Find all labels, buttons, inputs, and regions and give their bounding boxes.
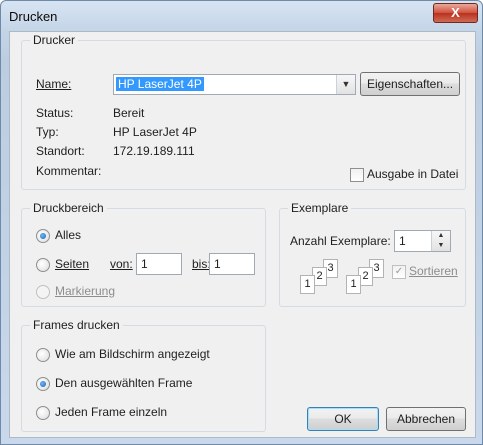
ok-button[interactable]: OK [307,407,379,431]
range-to-label: bis: [192,257,211,271]
print-to-file-checkbox[interactable] [350,168,364,182]
page-1-icon: 1 [346,275,361,294]
properties-button[interactable]: Eigenschaften... [360,72,460,96]
range-all-radio[interactable] [36,229,50,243]
range-to-value: 1 [214,257,221,271]
print-to-file-label[interactable]: Ausgabe in Datei [367,167,458,181]
comment-label: Kommentar: [36,164,102,178]
printer-group-label: Drucker [30,33,79,47]
spin-up-icon[interactable]: ▲ [432,231,450,241]
type-label: Typ: [36,125,59,139]
frames-each-radio[interactable] [36,406,50,420]
copies-spinner[interactable]: ▲ ▼ [431,231,450,251]
copies-count-input[interactable]: 1 ▲ ▼ [394,230,451,252]
range-selection-label: Markierung [55,284,116,298]
collate-checkbox[interactable]: ✓ [392,265,406,279]
range-pages-label[interactable]: Seiten [55,257,89,271]
frames-selected-radio[interactable] [36,377,50,391]
name-label: Name: [36,77,72,91]
range-from-label: von: [110,257,133,271]
page-1-icon: 1 [300,275,315,294]
title-bar[interactable]: Drucken X [1,1,482,31]
range-from-value: 1 [141,257,148,271]
copies-group-label: Exemplare [288,201,352,215]
printer-select[interactable]: HP LaserJet 4P ▼ [113,74,356,95]
print-dialog: Drucken X Drucker Name: HP LaserJet 4P ▼… [0,0,483,445]
status-label: Status: [36,106,74,120]
range-pages-radio[interactable] [36,258,50,272]
copies-count-label: Anzahl Exemplare: [290,234,391,248]
copies-count-value: 1 [399,234,406,248]
chevron-down-icon[interactable]: ▼ [336,75,355,94]
range-all-label[interactable]: Alles [55,228,81,242]
type-value: HP LaserJet 4P [113,125,197,139]
print-range-group-label: Druckbereich [30,201,107,215]
ok-button-label: OK [334,412,352,426]
cancel-button[interactable]: Abbrechen [386,407,466,431]
printer-select-value: HP LaserJet 4P [116,77,204,91]
frames-as-screen-label[interactable]: Wie am Bildschirm angezeigt [55,347,210,361]
location-value: 172.19.189.111 [113,144,195,158]
frames-group-label: Frames drucken [30,318,123,332]
range-to-input[interactable]: 1 [209,253,255,275]
frames-each-label[interactable]: Jeden Frame einzeln [55,405,167,419]
window-title: Drucken [9,9,58,24]
cancel-button-label: Abbrechen [396,412,456,426]
close-button[interactable]: X [433,3,478,23]
spin-down-icon[interactable]: ▼ [432,241,450,251]
location-label: Standort: [36,144,85,158]
collate-label: Sortieren [409,264,458,278]
range-selection-radio[interactable] [36,285,50,299]
properties-button-label: Eigenschaften... [366,77,454,91]
frames-selected-label[interactable]: Den ausgewählten Frame [55,376,192,390]
dialog-client: Drucker Name: HP LaserJet 4P ▼ Eigenscha… [9,31,476,438]
frames-as-screen-radio[interactable] [36,348,50,362]
range-from-input[interactable]: 1 [136,253,182,275]
status-value: Bereit [113,106,145,120]
